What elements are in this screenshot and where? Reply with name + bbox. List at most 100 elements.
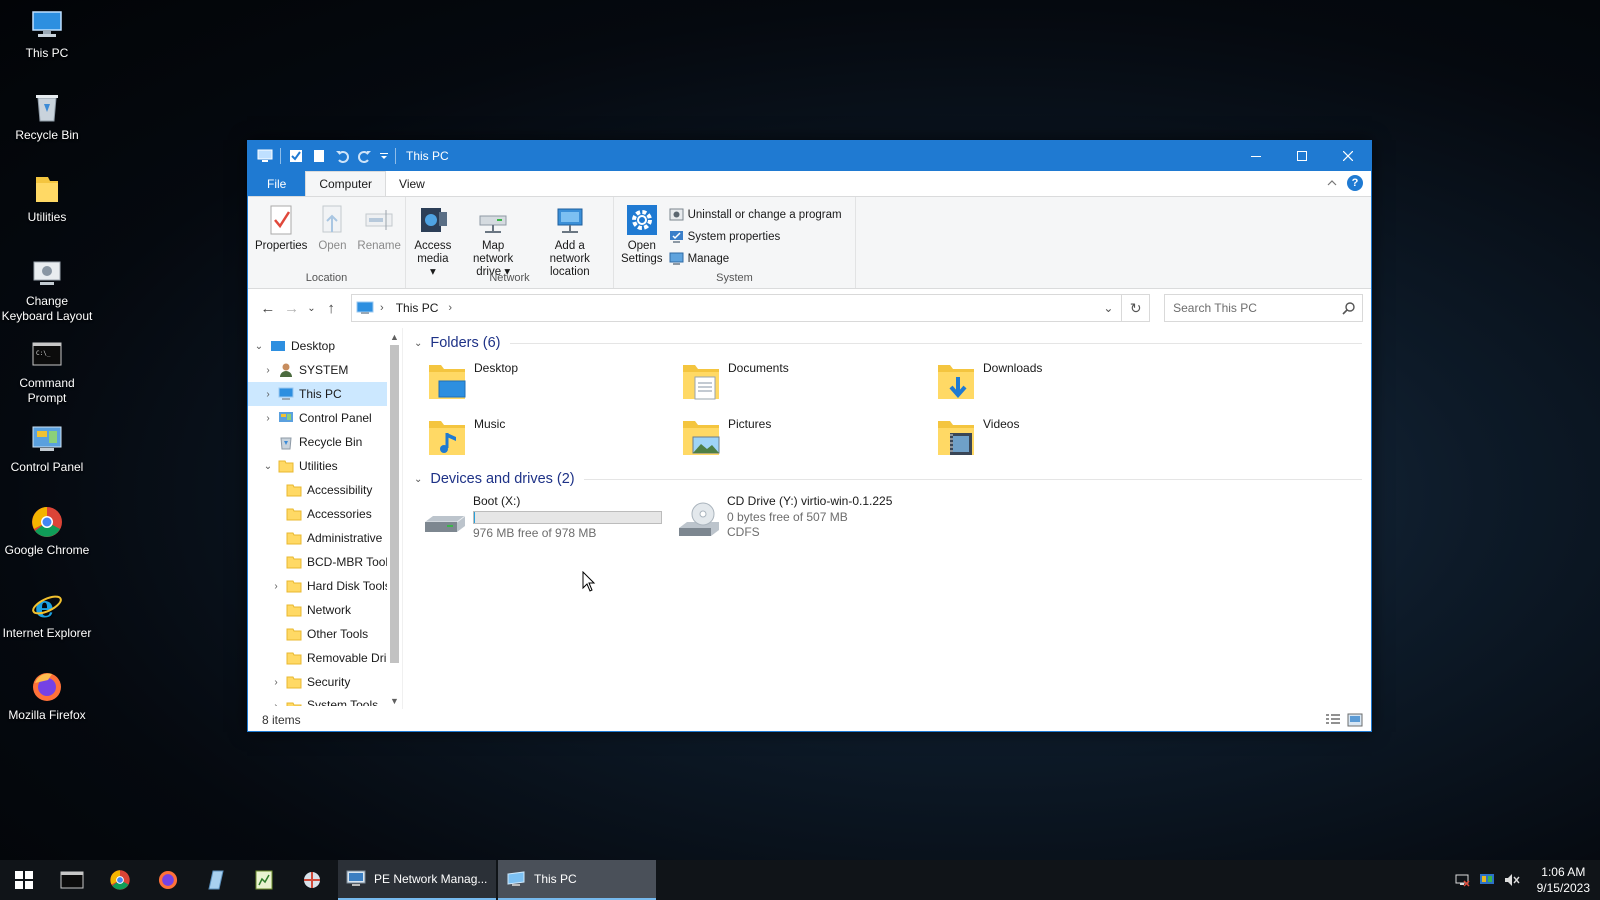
tab-file[interactable]: File — [248, 171, 306, 196]
desktop-icon-this-pc[interactable]: This PC — [0, 8, 94, 61]
drive-free-space: 0 bytes free of 507 MB — [727, 509, 848, 524]
maximize-button[interactable] — [1279, 141, 1325, 171]
tree-item-desktop[interactable]: ⌄ Desktop — [248, 334, 389, 358]
chevron-right-icon[interactable]: › — [262, 364, 274, 376]
title-bar[interactable]: This PC — [248, 141, 1371, 171]
address-bar[interactable]: › This PC › ⌄ — [351, 294, 1123, 322]
folder-tile-pictures[interactable]: Pictures — [679, 415, 771, 459]
chevron-right-icon[interactable]: › — [448, 302, 452, 314]
tree-item-other-tools[interactable]: Other Tools — [248, 622, 389, 646]
uninstall-icon — [669, 208, 684, 221]
tree-item-bcd-mbr-tool[interactable]: BCD-MBR Tool — [248, 550, 389, 574]
group-header-folders[interactable]: ⌄ Folders (6) — [414, 332, 1362, 354]
folder-tile-music[interactable]: Music — [425, 415, 505, 459]
address-dropdown-button[interactable]: ⌄ — [1095, 295, 1121, 321]
tree-item-network[interactable]: Network — [248, 598, 389, 622]
scroll-thumb[interactable] — [390, 345, 399, 663]
taskbar-cmd[interactable] — [48, 860, 96, 900]
tree-item-security[interactable]: › Security — [248, 670, 389, 694]
forward-button[interactable]: → — [280, 296, 304, 320]
taskbar-tool-1[interactable] — [192, 860, 240, 900]
folder-tile-documents[interactable]: Documents — [679, 359, 789, 403]
tree-item-this-pc[interactable]: › This PC — [248, 382, 389, 406]
redo-icon[interactable] — [357, 148, 373, 164]
tree-item-system-tools[interactable]: › System Tools — [248, 694, 389, 706]
chevron-right-icon[interactable]: › — [380, 302, 384, 314]
tree-item-removable-drive[interactable]: Removable Dri — [248, 646, 389, 670]
drive-tile-boot[interactable]: Boot (X:) 976 MB free of 978 MB — [421, 494, 662, 548]
computer-icon[interactable] — [257, 148, 273, 164]
breadcrumb-this-pc[interactable]: This PC — [396, 301, 439, 315]
scroll-down-button[interactable]: ▼ — [387, 692, 402, 709]
properties-check-icon[interactable] — [288, 148, 304, 164]
group-header-devices[interactable]: ⌄ Devices and drives (2) — [414, 468, 1362, 490]
capacity-bar — [473, 510, 662, 524]
details-view-icon[interactable] — [1325, 713, 1341, 727]
back-button[interactable]: ← — [256, 296, 280, 320]
chevron-right-icon[interactable]: › — [270, 676, 282, 688]
clock[interactable]: 1:06 AM 9/15/2023 — [1537, 864, 1590, 896]
taskbar-firefox[interactable] — [144, 860, 192, 900]
chevron-right-icon[interactable]: › — [262, 412, 274, 424]
chevron-right-icon[interactable]: › — [270, 580, 282, 592]
desktop-icon-command-prompt[interactable]: C:\_ Command Prompt — [0, 338, 94, 406]
tree-scrollbar[interactable]: ▲ ▼ — [387, 328, 402, 709]
drive-free-space: 976 MB free of 978 MB — [473, 525, 597, 540]
desktop-icon-google-chrome[interactable]: Google Chrome — [0, 505, 94, 558]
tree-item-administrative[interactable]: Administrative — [248, 526, 389, 550]
chevron-right-icon[interactable]: › — [262, 388, 274, 400]
tree-item-accessibility[interactable]: Accessibility — [248, 478, 389, 502]
manage-button[interactable]: Manage — [669, 249, 848, 268]
desktop-icon-control-panel[interactable]: Control Panel — [0, 422, 94, 475]
chevron-right-icon[interactable]: › — [270, 700, 282, 707]
tree-item-control-panel[interactable]: › Control Panel — [248, 406, 389, 430]
svg-text:e: e — [35, 590, 54, 622]
display-tray-icon[interactable] — [1479, 872, 1495, 888]
desktop-icon-mozilla-firefox[interactable]: Mozilla Firefox — [0, 670, 94, 723]
drive-tile-cd[interactable]: CD Drive (Y:) virtio-win-0.1.225 0 bytes… — [675, 494, 892, 548]
search-input[interactable] — [1173, 301, 1334, 315]
tree-item-system[interactable]: › SYSTEM — [248, 358, 389, 382]
search-box[interactable] — [1164, 294, 1364, 322]
close-button[interactable] — [1325, 141, 1371, 171]
search-icon[interactable] — [1342, 301, 1356, 315]
large-icons-view-icon[interactable] — [1347, 713, 1363, 727]
taskbar-tool-3[interactable] — [288, 860, 336, 900]
computer-icon — [32, 11, 62, 37]
folder-icon — [286, 484, 302, 497]
chevron-down-icon[interactable]: ⌄ — [262, 460, 274, 472]
scroll-up-button[interactable]: ▲ — [387, 328, 402, 345]
tab-view[interactable]: View — [386, 171, 438, 196]
undo-icon[interactable] — [334, 148, 350, 164]
folder-tile-videos[interactable]: Videos — [934, 415, 1019, 459]
volume-muted-icon[interactable] — [1504, 872, 1520, 888]
desktop-icon-keyboard-layout[interactable]: Change Keyboard Layout — [0, 256, 94, 324]
desktop-icon-internet-explorer[interactable]: e Internet Explorer — [0, 588, 94, 641]
desktop-icon-utilities[interactable]: Utilities — [0, 172, 94, 225]
chevron-down-icon[interactable] — [380, 148, 388, 164]
tree-item-utilities[interactable]: ⌄ Utilities — [248, 454, 389, 478]
tree-item-recycle-bin[interactable]: Recycle Bin — [248, 430, 389, 454]
taskbar-app-pe-network-manager[interactable]: PE Network Manag... — [338, 860, 496, 900]
new-folder-icon[interactable] — [311, 148, 327, 164]
folder-tile-downloads[interactable]: Downloads — [934, 359, 1042, 403]
taskbar-app-this-pc[interactable]: This PC — [498, 860, 656, 900]
minimize-button[interactable] — [1233, 141, 1279, 171]
network-tray-icon[interactable] — [1454, 872, 1470, 888]
uninstall-program-button[interactable]: Uninstall or change a program — [669, 205, 848, 224]
collapse-ribbon-icon[interactable] — [1327, 179, 1337, 187]
tree-item-accessories[interactable]: Accessories — [248, 502, 389, 526]
up-button[interactable]: ↑ — [319, 296, 343, 320]
tree-item-hard-disk-tools[interactable]: › Hard Disk Tools — [248, 574, 389, 598]
folder-tile-desktop[interactable]: Desktop — [425, 359, 518, 403]
start-button[interactable] — [0, 860, 48, 900]
refresh-button[interactable]: ↻ — [1122, 294, 1151, 322]
chevron-down-icon[interactable]: ⌄ — [253, 340, 265, 352]
system-properties-button[interactable]: System properties — [669, 227, 848, 246]
taskbar-chrome[interactable] — [96, 860, 144, 900]
help-icon[interactable]: ? — [1347, 175, 1363, 191]
tab-computer[interactable]: Computer — [305, 171, 387, 196]
taskbar-tool-2[interactable] — [240, 860, 288, 900]
recent-locations-button[interactable]: ⌄ — [303, 296, 319, 320]
desktop-icon-recycle-bin[interactable]: Recycle Bin — [0, 90, 94, 143]
